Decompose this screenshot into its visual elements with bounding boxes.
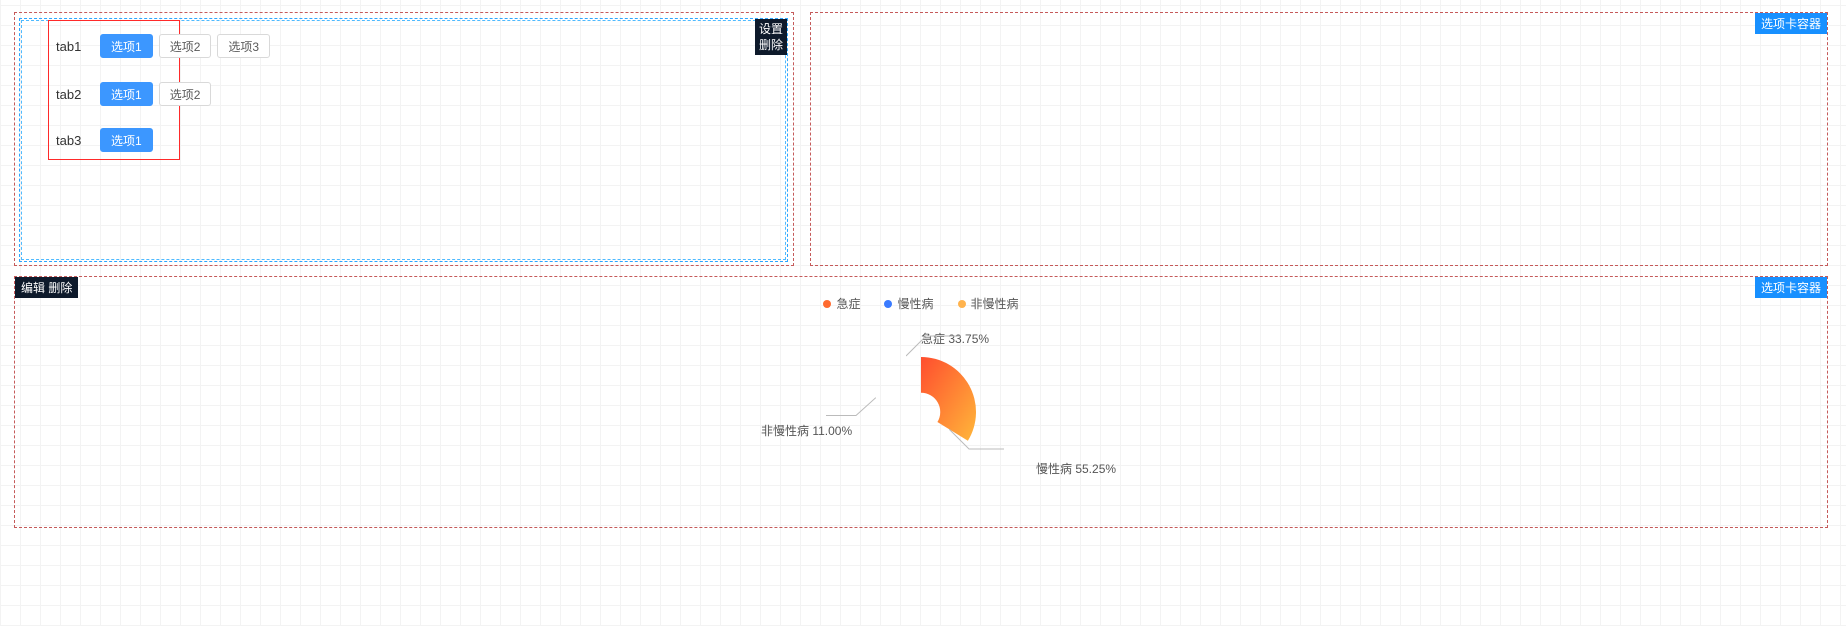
legend-text: 急症: [836, 295, 860, 312]
edit-delete-badge[interactable]: 编辑 删除: [15, 277, 78, 298]
tab-option[interactable]: 选项2: [159, 82, 212, 106]
tabs-group-1-label: tab1: [56, 39, 88, 54]
tab-option[interactable]: 选项2: [159, 34, 212, 58]
tab-option[interactable]: 选项3: [217, 34, 270, 58]
legend-item[interactable]: 急症: [823, 295, 860, 312]
tabs-group-2-label: tab2: [56, 87, 88, 102]
leader-line-icon: [826, 398, 876, 423]
legend-item[interactable]: 非慢性病: [958, 295, 1019, 312]
tabs-group-3: tab3 选项1: [56, 128, 153, 152]
legend-item[interactable]: 慢性病: [884, 295, 933, 312]
donut-slice[interactable]: [886, 357, 921, 397]
slice-label: 慢性病 55.25%: [1036, 460, 1116, 477]
tab-option[interactable]: 选项1: [100, 34, 153, 58]
tabs-group-1: tab1 选项1 选项2 选项3: [56, 34, 270, 58]
legend-text: 非慢性病: [971, 295, 1019, 312]
action-settings[interactable]: 设置: [759, 21, 783, 37]
tab-container-3[interactable]: 选项卡容器 编辑 删除 急症 慢性病 非慢性病 急症 33.75% 慢性病: [14, 276, 1828, 528]
legend-dot-icon: [958, 300, 966, 308]
tab-option[interactable]: 选项1: [100, 82, 153, 106]
legend-text: 慢性病: [897, 295, 933, 312]
action-delete[interactable]: 删除: [48, 281, 72, 295]
tabs-group-2: tab2 选项1 选项2: [56, 82, 211, 106]
tab-option[interactable]: 选项1: [100, 128, 153, 152]
legend-dot-icon: [823, 300, 831, 308]
container-badge: 选项卡容器: [1755, 277, 1827, 298]
container-badge: 选项卡容器: [1755, 13, 1827, 34]
donut-chart: 急症 慢性病 非慢性病 急症 33.75% 慢性病 55.25% 非慢性病 11…: [661, 285, 1181, 525]
selection-actions: 设置 删除: [755, 19, 787, 55]
leader-line-icon: [906, 331, 966, 361]
donut-wrap: 急症 33.75% 慢性病 55.25% 非慢性病 11.00%: [661, 312, 1181, 512]
tab-container-2[interactable]: 选项卡容器: [810, 12, 1828, 266]
action-edit[interactable]: 编辑: [21, 281, 45, 295]
action-delete[interactable]: 删除: [759, 37, 783, 53]
leader-line-icon: [949, 429, 1009, 459]
tabs-group-3-label: tab3: [56, 133, 88, 148]
legend-dot-icon: [884, 300, 892, 308]
slice-label: 非慢性病 11.00%: [761, 422, 852, 439]
chart-legend: 急症 慢性病 非慢性病: [661, 295, 1181, 312]
